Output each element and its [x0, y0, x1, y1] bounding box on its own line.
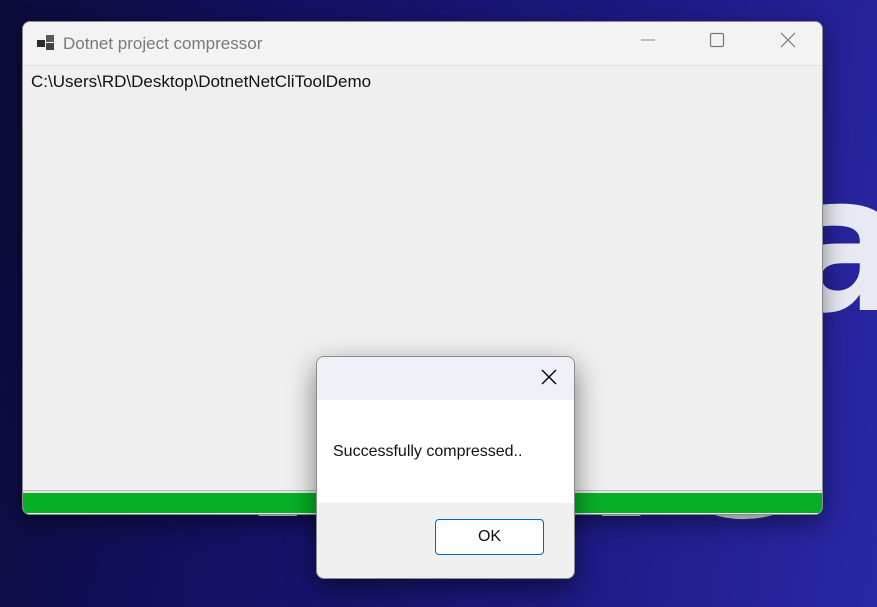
- maximize-icon: [709, 32, 725, 53]
- app-window-icon: [37, 35, 55, 51]
- message-dialog: Successfully compressed.. OK: [316, 356, 575, 579]
- title-bar[interactable]: Dotnet project compressor: [23, 22, 822, 66]
- window-title: Dotnet project compressor: [63, 34, 263, 53]
- dialog-body: Successfully compressed..: [317, 400, 574, 503]
- close-button[interactable]: [765, 22, 811, 62]
- minimize-button[interactable]: [625, 22, 671, 62]
- dialog-title-bar[interactable]: [317, 357, 574, 400]
- close-icon: [540, 368, 558, 391]
- close-icon: [779, 31, 797, 54]
- desktop-background: a rrrlc Dotnet project compressor: [0, 0, 877, 607]
- ok-button[interactable]: OK: [435, 519, 544, 555]
- project-path-label: C:\Users\RD\Desktop\DotnetNetCliToolDemo: [31, 72, 372, 91]
- maximize-button[interactable]: [694, 22, 740, 62]
- minimize-icon: [640, 32, 656, 53]
- dialog-message: Successfully compressed..: [333, 443, 523, 460]
- dialog-close-button[interactable]: [531, 363, 567, 395]
